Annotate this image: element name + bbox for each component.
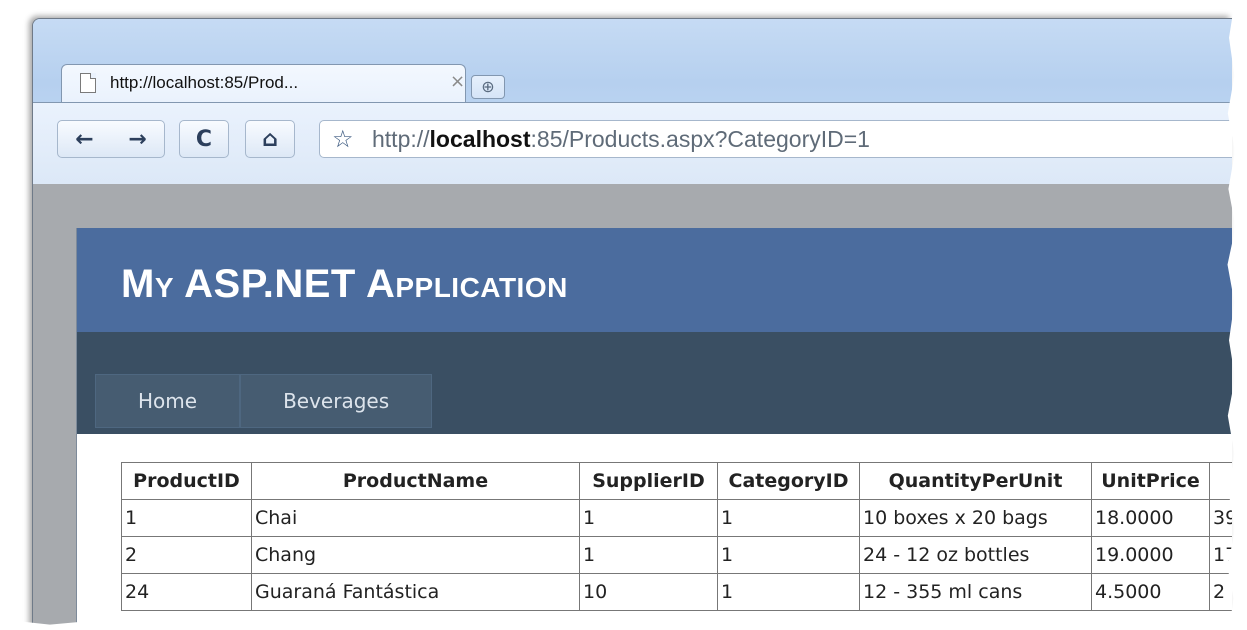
page-icon [80, 73, 96, 93]
reload-button[interactable]: C [179, 120, 229, 158]
main-menu: Home Beverages [95, 374, 433, 428]
table-row: 24 Guaraná Fantástica 10 1 12 - 355 ml c… [121, 573, 1232, 611]
address-bar[interactable]: ☆ http://localhost:85/Products.aspx?Cate… [319, 120, 1232, 158]
back-arrow-icon[interactable]: ← [58, 127, 111, 152]
star-icon[interactable]: ☆ [332, 125, 354, 153]
products-grid: ProductID ProductName SupplierID Categor… [121, 462, 1232, 611]
column-header: U [1209, 462, 1232, 500]
page-viewport: My ASP.NET Application Home Beverages Pr… [33, 184, 1232, 630]
table-cell: 2 [121, 536, 252, 574]
table-cell: 1 [579, 536, 718, 574]
site-header: My ASP.NET Application [77, 228, 1232, 332]
main-content: ProductID ProductName SupplierID Categor… [77, 434, 1232, 630]
table-cell: 1 [717, 573, 860, 611]
table-header-row: ProductID ProductName SupplierID Categor… [121, 462, 1232, 500]
table-cell: 12 - 355 ml cans [859, 573, 1092, 611]
site-navigation: Home Beverages [77, 332, 1232, 434]
reload-icon: C [195, 126, 213, 152]
column-header: UnitPrice [1091, 462, 1210, 500]
table-cell: 10 [579, 573, 718, 611]
column-header: SupplierID [579, 462, 718, 500]
table-cell: 18.0000 [1091, 499, 1210, 537]
table-cell: 24 - 12 oz bottles [859, 536, 1092, 574]
table-cell: Chai [251, 499, 580, 537]
table-cell: 1 [579, 499, 718, 537]
new-tab-button[interactable]: ⊕ [471, 75, 505, 99]
forward-arrow-icon[interactable]: → [111, 127, 164, 152]
column-header: ProductName [251, 462, 580, 500]
table-cell: 4.5000 [1091, 573, 1210, 611]
browser-toolbar: ← → C ⌂ ☆ http://localhost:85/Products.a… [33, 102, 1232, 184]
menu-item-beverages[interactable]: Beverages [240, 374, 433, 428]
menu-item-home[interactable]: Home [95, 374, 241, 428]
table-cell: 2 [1209, 573, 1232, 611]
column-header: QuantityPerUnit [859, 462, 1092, 500]
column-header: ProductID [121, 462, 252, 500]
web-page: My ASP.NET Application Home Beverages Pr… [76, 228, 1232, 630]
browser-tab[interactable]: http://localhost:85/Prod... × [61, 64, 466, 102]
home-button[interactable]: ⌂ [245, 120, 295, 158]
tab-title: http://localhost:85/Prod... [110, 73, 299, 92]
table-cell: 10 boxes x 20 bags [859, 499, 1092, 537]
table-row: 1 Chai 1 1 10 boxes x 20 bags 18.0000 39 [121, 499, 1232, 537]
table-cell: 1 [121, 499, 252, 537]
close-tab-icon[interactable]: × [450, 71, 465, 92]
column-header: CategoryID [717, 462, 860, 500]
home-icon: ⌂ [262, 126, 278, 152]
table-cell: 1 [717, 499, 860, 537]
browser-window: http://localhost:85/Prod... × ⊕ ← → C ⌂ … [32, 18, 1232, 630]
table-cell: Chang [251, 536, 580, 574]
table-cell: 39 [1209, 499, 1232, 537]
table-cell: Guaraná Fantástica [251, 573, 580, 611]
table-cell: 19.0000 [1091, 536, 1210, 574]
back-forward-group: ← → [57, 120, 165, 158]
site-title: My ASP.NET Application [121, 262, 568, 306]
address-text[interactable]: http://localhost:85/Products.aspx?Catego… [372, 126, 870, 153]
table-cell: 24 [121, 573, 252, 611]
table-row: 2 Chang 1 1 24 - 12 oz bottles 19.0000 1… [121, 536, 1232, 574]
table-cell: 1 [717, 536, 860, 574]
